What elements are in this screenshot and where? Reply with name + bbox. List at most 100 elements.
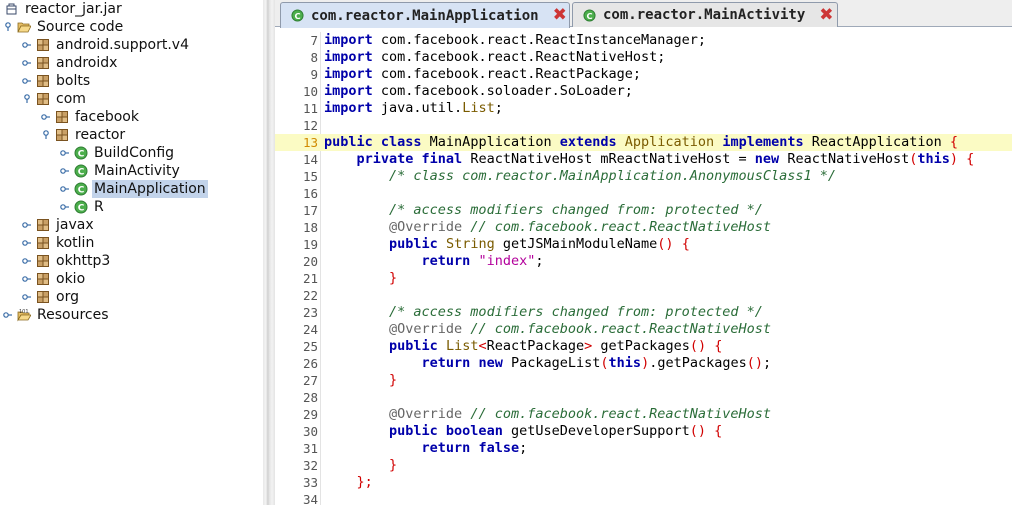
package-icon xyxy=(36,236,50,250)
package-icon xyxy=(36,254,50,268)
code-token-type: Application xyxy=(624,134,715,150)
code-token-type: String xyxy=(445,236,495,252)
tree-collapsed-toggle-icon[interactable] xyxy=(21,270,33,288)
code-token-comment: /* access modifiers changed from: protec… xyxy=(389,202,763,218)
code-token-keyword: return xyxy=(421,355,471,371)
tree-collapsed-toggle-icon[interactable] xyxy=(21,36,33,54)
line-number: 26 xyxy=(302,356,318,371)
tree-item-android-support-v4[interactable]: android.support.v4 xyxy=(21,36,191,54)
tree-collapsed-toggle-icon[interactable] xyxy=(21,72,33,90)
code-token-keyword: import xyxy=(324,49,373,65)
code-text: } xyxy=(324,270,397,287)
tree-item-buildconfig[interactable]: C BuildConfig xyxy=(59,144,176,162)
tree-item-okhttp3[interactable]: okhttp3 xyxy=(21,252,112,270)
tree-item-label: facebook xyxy=(75,109,139,125)
tree-item-resources[interactable]: 101 Resources xyxy=(2,306,111,324)
tree-item-label: MainApplication xyxy=(92,180,208,198)
code-token-annotation: @Override xyxy=(389,406,463,422)
line-number: 21 xyxy=(302,271,318,286)
class-icon: C xyxy=(74,200,88,214)
package-icon xyxy=(55,128,69,142)
tree-item-reactor[interactable]: reactor xyxy=(40,126,127,144)
code-token-type: List xyxy=(462,100,495,116)
tree-item-mainapplication[interactable]: C MainApplication xyxy=(59,180,208,198)
code-line: 17 /* access modifiers changed from: pro… xyxy=(275,202,1012,219)
tree-item-org[interactable]: org xyxy=(21,288,81,306)
editor-tab-com-reactor-mainapplication[interactable]: Ccom.reactor.MainApplication ✖ xyxy=(280,2,570,28)
tree-collapsed-toggle-icon[interactable] xyxy=(21,252,33,270)
tree-item-r[interactable]: CR xyxy=(59,198,106,216)
tree-collapsed-toggle-icon[interactable] xyxy=(59,180,71,198)
tree-collapsed-toggle-icon[interactable] xyxy=(21,54,33,72)
code-text: public List<ReactPackage> getPackages() … xyxy=(324,338,722,355)
tree-collapsed-toggle-icon[interactable] xyxy=(2,306,14,324)
tree-expanded-toggle-icon[interactable] xyxy=(40,126,52,144)
code-token-comment: /* access modifiers changed from: protec… xyxy=(389,304,763,320)
code-token-keyword: import xyxy=(324,66,373,82)
tree-collapsed-toggle-icon[interactable] xyxy=(59,162,71,180)
tree-item-okio[interactable]: okio xyxy=(21,270,87,288)
code-line: 23 /* access modifiers changed from: pro… xyxy=(275,304,1012,321)
tree-item-label: okhttp3 xyxy=(56,253,111,269)
code-token-punct: ) xyxy=(949,151,959,167)
svg-text:C: C xyxy=(78,150,85,160)
code-token-punct: { xyxy=(966,151,975,167)
tree-item-javax[interactable]: javax xyxy=(21,216,96,234)
code-line: 34 xyxy=(275,491,1012,505)
close-icon[interactable]: ✖ xyxy=(553,7,567,24)
line-number: 12 xyxy=(302,118,318,133)
code-token-plain: ReactPackage xyxy=(486,338,585,354)
line-number: 18 xyxy=(302,220,318,235)
line-number: 17 xyxy=(302,203,318,218)
code-token-keyword: public xyxy=(389,236,438,252)
tree-item-mainactivity[interactable]: C MainActivity xyxy=(59,162,182,180)
tree-item-androidx[interactable]: androidx xyxy=(21,54,119,72)
code-line: 33 }; xyxy=(275,474,1012,491)
tree-expanded-toggle-icon[interactable] xyxy=(2,18,14,36)
tree-collapsed-toggle-icon[interactable] xyxy=(21,234,33,252)
code-line: 20 return "index"; xyxy=(275,253,1012,270)
panel-splitter[interactable] xyxy=(263,0,275,505)
class-icon: C xyxy=(74,164,88,178)
tree-collapsed-toggle-icon[interactable] xyxy=(59,144,71,162)
code-token-keyword: this xyxy=(608,355,642,371)
tree-collapsed-toggle-icon[interactable] xyxy=(21,216,33,234)
code-text: public class MainApplication extends App… xyxy=(324,134,958,151)
editor-tab-com-reactor-mainactivity[interactable]: Ccom.reactor.MainActivity ✖ xyxy=(572,2,838,27)
close-icon[interactable]: ✖ xyxy=(819,6,833,24)
tree-expanded-toggle-icon[interactable] xyxy=(21,90,33,108)
code-token-keyword: public class xyxy=(324,134,422,150)
tree-item-source-code[interactable]: Source code xyxy=(2,18,125,36)
tree-collapsed-toggle-icon[interactable] xyxy=(59,198,71,216)
tree-item-com[interactable]: com xyxy=(21,90,88,108)
line-number: 34 xyxy=(302,492,318,505)
code-token-plain: com.facebook.react.ReactInstanceManager; xyxy=(372,32,707,48)
svg-text:C: C xyxy=(78,168,85,178)
code-token-plain: getPackages xyxy=(592,338,690,354)
line-number: 9 xyxy=(310,67,318,82)
code-view[interactable]: 7 import com.facebook.react.ReactInstance… xyxy=(275,32,1012,505)
tree-item-facebook[interactable]: facebook xyxy=(40,108,141,126)
code-line: 15 /* class com.reactor.MainApplication.… xyxy=(275,168,1012,185)
code-line: 16 xyxy=(275,185,1012,202)
tree-collapsed-toggle-icon[interactable] xyxy=(21,288,33,306)
code-line: 10 import com.facebook.soloader.SoLoader; xyxy=(275,83,1012,100)
code-line: 14 private final ReactNativeHost mReactN… xyxy=(275,151,1012,168)
code-text: /* access modifiers changed from: protec… xyxy=(324,202,763,219)
tree-collapsed-toggle-icon[interactable] xyxy=(40,108,52,126)
tree-item-bolts[interactable]: bolts xyxy=(21,72,92,90)
folder-open-icon xyxy=(17,20,31,34)
code-token-punct: () xyxy=(689,423,707,439)
tree-item-kotlin[interactable]: kotlin xyxy=(21,234,96,252)
code-line: 26 return new PackageList(this).getPacka… xyxy=(275,355,1012,372)
tree-item-reactor-jar-jar[interactable]: reactor_jar.jar xyxy=(2,0,124,18)
